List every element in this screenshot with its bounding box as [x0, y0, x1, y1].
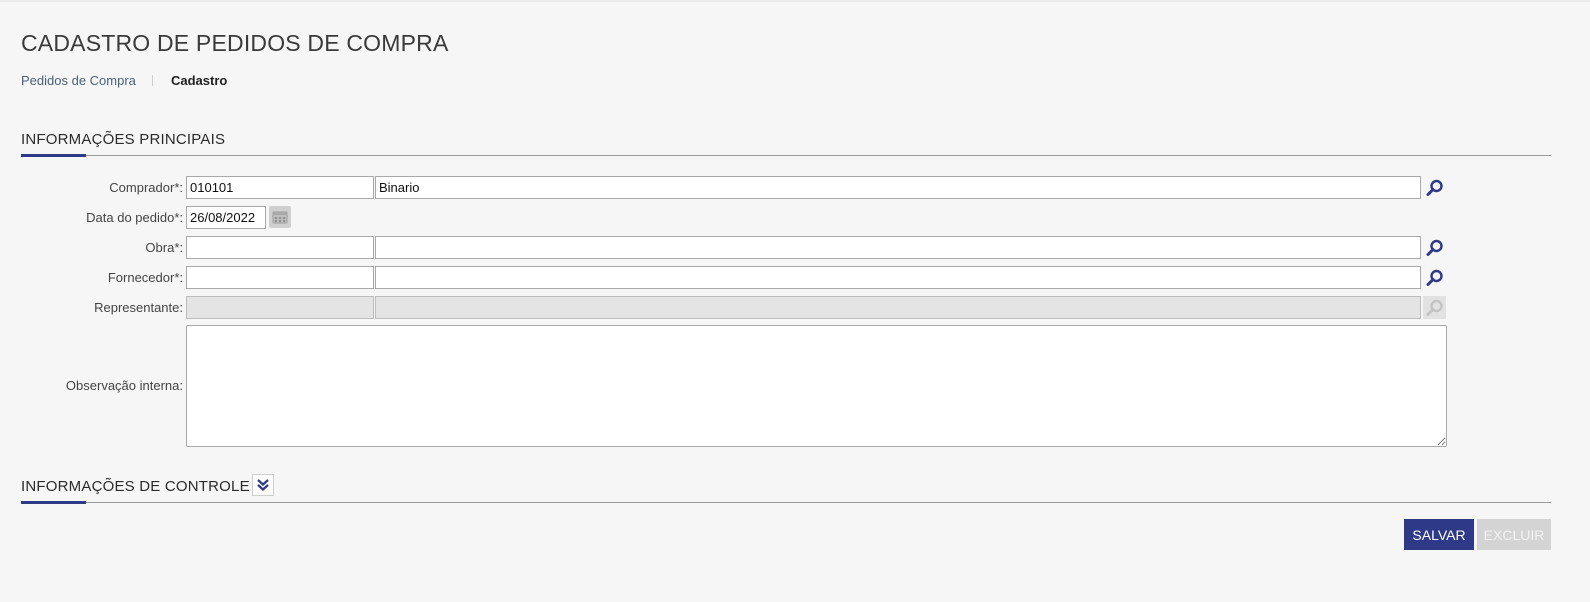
top-border	[0, 0, 1590, 2]
search-icon	[1426, 299, 1443, 316]
comprador-name-input[interactable]	[375, 176, 1421, 199]
fornecedor-label: Fornecedor*:	[107, 270, 183, 285]
section-title-main: INFORMAÇÕES PRINCIPAIS	[21, 131, 226, 148]
breadcrumb-separator	[152, 75, 153, 86]
fornecedor-search-button[interactable]	[1423, 266, 1446, 289]
calendar-icon	[272, 211, 288, 224]
obra-label: Obra*:	[145, 240, 183, 255]
observacao-label: Observação interna:	[65, 378, 183, 393]
representante-search-button	[1423, 296, 1446, 319]
data-pedido-label: Data do pedido*:	[86, 210, 183, 225]
obra-search-button[interactable]	[1423, 236, 1446, 259]
obra-code-input[interactable]	[186, 236, 374, 259]
representante-code-input	[186, 296, 374, 319]
section-title-control: INFORMAÇÕES DE CONTROLE	[21, 478, 250, 495]
obra-name-input[interactable]	[375, 236, 1421, 259]
fornecedor-code-input[interactable]	[186, 266, 374, 289]
double-chevron-down-icon	[257, 479, 269, 491]
section-divider-control	[21, 502, 1551, 503]
section-accent-main	[21, 154, 86, 157]
section-divider-main	[21, 155, 1551, 156]
search-icon	[1426, 239, 1443, 256]
comprador-code-input[interactable]	[186, 176, 374, 199]
fornecedor-name-input[interactable]	[375, 266, 1421, 289]
search-icon	[1426, 179, 1443, 196]
section-accent-control	[21, 501, 86, 504]
representante-label: Representante:	[94, 300, 183, 315]
data-pedido-input[interactable]	[186, 206, 266, 229]
representante-name-input	[375, 296, 1421, 319]
delete-button: EXCLUIR	[1477, 519, 1551, 550]
calendar-button[interactable]	[269, 206, 291, 228]
breadcrumb-current: Cadastro	[171, 73, 228, 88]
observacao-textarea[interactable]	[186, 325, 1447, 447]
breadcrumb-link-pedidos[interactable]: Pedidos de Compra	[21, 73, 136, 88]
expand-control-button[interactable]	[252, 474, 274, 496]
search-icon	[1426, 269, 1443, 286]
comprador-search-button[interactable]	[1423, 176, 1446, 199]
comprador-label: Comprador*:	[109, 180, 183, 195]
save-button[interactable]: SALVAR	[1404, 519, 1474, 550]
page-title: CADASTRO DE PEDIDOS DE COMPRA	[21, 30, 449, 56]
